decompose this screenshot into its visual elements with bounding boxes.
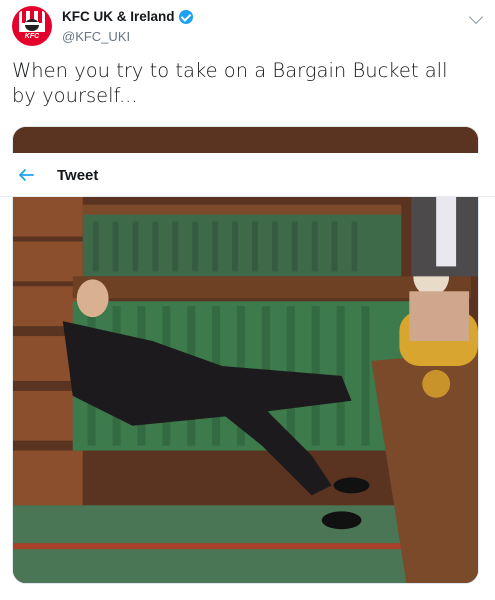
tweet-overlay-bar: Tweet bbox=[0, 153, 495, 197]
kfc-logo: KFC bbox=[19, 11, 45, 41]
display-name[interactable]: KFC UK & Ireland bbox=[62, 9, 175, 24]
account-names: KFC UK & Ireland @KFC_UKI bbox=[62, 8, 193, 44]
overlay-title: Tweet bbox=[57, 167, 99, 184]
back-arrow-icon[interactable] bbox=[18, 167, 34, 183]
tweet-header: KFC KFC UK & Ireland @KFC_UKI bbox=[12, 6, 484, 50]
avatar[interactable]: KFC bbox=[12, 6, 52, 46]
tweet-text: When you try to take on a Bargain Bucket… bbox=[12, 59, 448, 107]
tweet-card: KFC KFC UK & Ireland @KFC_UKI When you t… bbox=[0, 0, 495, 600]
avatar-logo-text: KFC bbox=[19, 32, 45, 41]
chevron-down-icon[interactable] bbox=[468, 9, 484, 25]
verified-badge-icon bbox=[178, 9, 193, 24]
display-name-row[interactable]: KFC UK & Ireland bbox=[62, 9, 193, 24]
account-handle[interactable]: @KFC_UKI bbox=[62, 29, 193, 44]
